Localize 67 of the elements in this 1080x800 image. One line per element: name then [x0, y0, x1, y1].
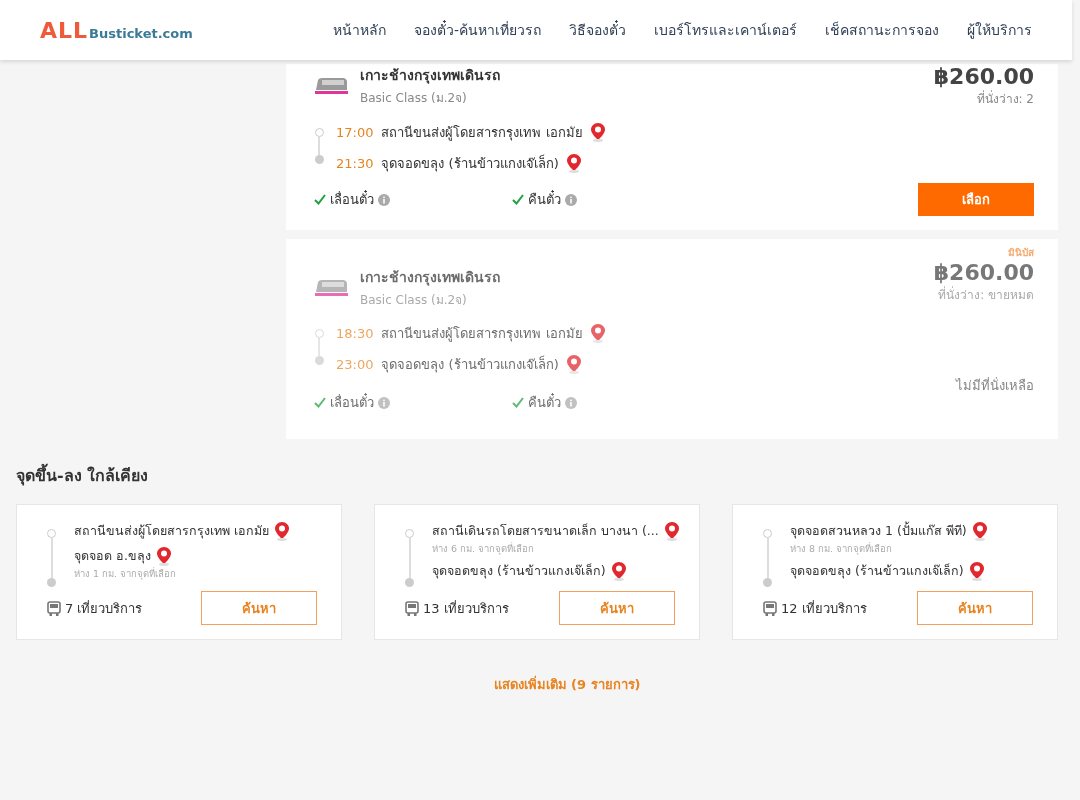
logo-subtext[interactable]: Busticket.com — [89, 25, 193, 41]
map-pin-icon[interactable] — [664, 521, 679, 541]
seats-available: ที่นั่งว่าง: ขายหมด — [937, 285, 1034, 304]
stop-name: จุดจอดขลุง (ร้านข้าวแกงเจ๊เล็ก) — [381, 153, 559, 174]
nav-link[interactable]: หน้าหลัก — [332, 19, 386, 41]
bus-icon — [763, 600, 777, 616]
price: ฿260.00 — [933, 64, 1034, 89]
distance-text: ห่าง 8 กม. จากจุดที่เลือก — [790, 541, 894, 556]
stop-name: สถานีขนส่งผู้โดยสารกรุงเทพ เอกมัย — [74, 522, 269, 541]
operator-name: เกาะช้างกรุงเทพเดินรถ — [360, 66, 500, 86]
nav-link[interactable]: จองตั๋ว-ค้นหาเที่ยวรถ — [413, 19, 541, 41]
bus-icon — [47, 600, 61, 616]
bus-icon — [405, 600, 419, 616]
map-pin-icon[interactable] — [590, 123, 605, 142]
map-pin-icon[interactable] — [590, 324, 605, 343]
feature-label: คืนตั๋ว — [528, 392, 561, 412]
map-pin-icon[interactable] — [156, 546, 171, 566]
feature-label: เลื่อนตั๋ว — [330, 392, 374, 412]
nav-link[interactable]: เบอร์โทรและเคาน์เตอร์ — [654, 19, 797, 41]
nav-link[interactable]: เช็คสถานะการจอง — [825, 19, 939, 41]
stop-name: จุดจอดขลุง (ร้านข้าวแกงเจ๊เล็ก) — [790, 562, 964, 581]
sold-out-text: ไม่มีที่นั่งเหลือ — [956, 376, 1034, 395]
bus-class: Basic Class (ม.2จ) — [360, 292, 468, 309]
stop-name: จุดจอด อ.ขลุง — [74, 547, 151, 566]
stop-time: 21:30 — [336, 156, 374, 171]
price: ฿260.00 — [933, 260, 1034, 285]
seats-available: ที่นั่งว่าง: 2 — [975, 89, 1034, 108]
trip-count: 12 เที่ยวบริการ — [781, 599, 867, 618]
search-button[interactable]: ค้นหา — [559, 591, 675, 625]
map-pin-icon[interactable] — [566, 154, 581, 173]
check-icon — [512, 194, 524, 205]
distance-text: ห่าง 6 กม. จากจุดที่เลือก — [432, 541, 536, 556]
map-pin-icon[interactable] — [275, 521, 289, 541]
feature-label: คืนตั๋ว — [528, 189, 561, 209]
stop-name: สถานีขนส่งผู้โดยสารกรุงเทพ เอกมัย — [381, 325, 583, 344]
map-pin-icon[interactable] — [972, 521, 987, 541]
check-icon — [314, 194, 326, 205]
stop-name: จุดจอดขลุง (ร้านข้าวแกงเจ๊เล็ก) — [432, 562, 606, 581]
map-pin-icon[interactable] — [969, 561, 984, 581]
map-pin-icon[interactable] — [611, 561, 626, 581]
stop-time: 23:00 — [336, 357, 374, 372]
nav-link[interactable]: วิธีจองตั๋ว — [569, 19, 626, 41]
stop-name: สถานีเดินรถโดยสารขนาดเล็ก บางนา (... — [432, 522, 659, 540]
trip-count: 7 เที่ยวบริการ — [65, 599, 143, 618]
operator-name: เกาะช้างกรุงเทพเดินรถ — [360, 268, 500, 288]
feature-label: เลื่อนตั๋ว — [330, 189, 374, 209]
stop-time: 18:30 — [336, 326, 374, 341]
distance-text: ห่าง 1 กม. จากจุดที่เลือก — [74, 566, 178, 581]
bus-logo-icon — [314, 277, 348, 298]
show-more-link[interactable]: แสดงเพิ่มเติม (9 รายการ) — [16, 674, 1058, 695]
logo-text[interactable]: ALL — [40, 17, 89, 43]
check-icon — [314, 397, 326, 408]
section-title: จุดขึ้น-ลง ใกล้เคียง — [16, 463, 1058, 488]
map-pin-icon[interactable] — [566, 355, 581, 374]
search-button[interactable]: ค้นหา — [201, 591, 317, 625]
stop-name: จุดจอดขลุง (ร้านข้าวแกงเจ๊เล็ก) — [381, 354, 559, 375]
nav-link[interactable]: ผู้ให้บริการ — [967, 19, 1032, 41]
search-button[interactable]: ค้นหา — [917, 591, 1033, 625]
bus-class: Basic Class (ม.2จ) — [360, 90, 468, 107]
bus-logo-icon — [314, 75, 348, 96]
stop-name: สถานีขนส่งผู้โดยสารกรุงเทพ เอกมัย — [381, 124, 583, 143]
select-button[interactable]: เลือก — [918, 183, 1034, 216]
check-icon — [512, 397, 524, 408]
stop-time: 17:00 — [336, 125, 374, 140]
bus-type-label: มินิบัส — [1008, 246, 1034, 260]
stop-name: จุดจอดสวนหลวง 1 (ปั้มแก๊ส พีที) — [790, 521, 967, 541]
trip-count: 13 เที่ยวบริการ — [423, 599, 509, 618]
